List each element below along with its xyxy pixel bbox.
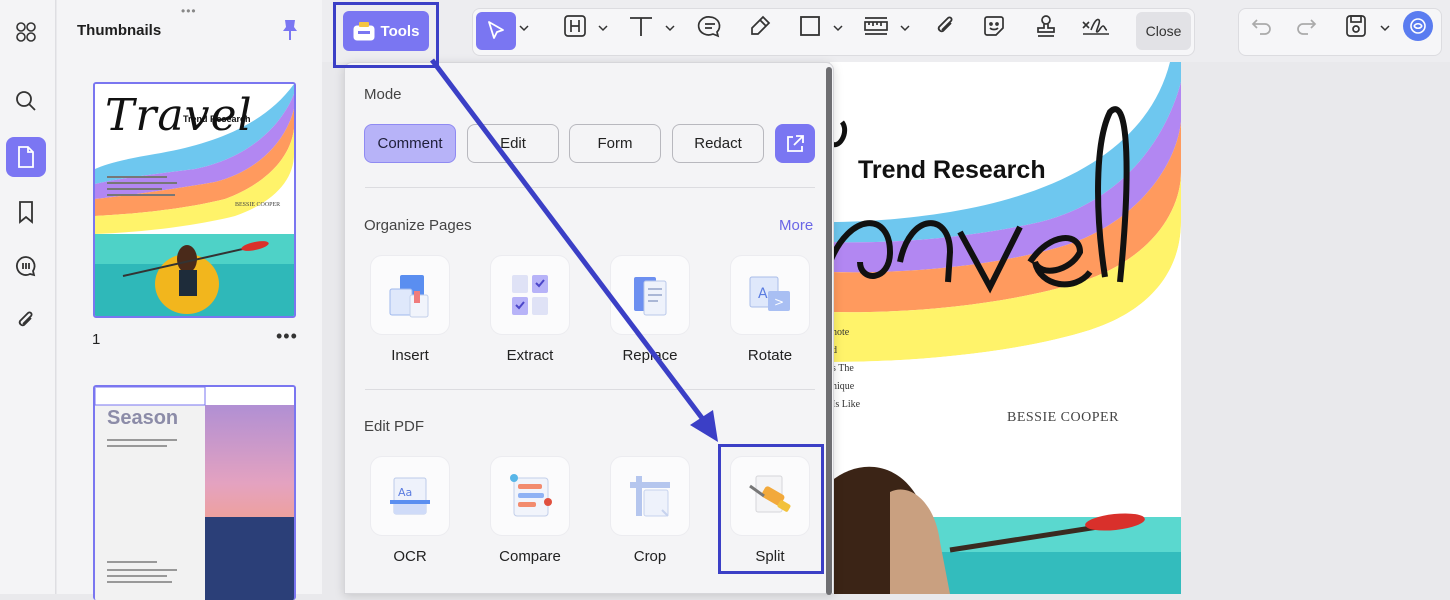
compare-label: Compare xyxy=(499,548,561,565)
page-thumbnail-1[interactable]: Travel Trend Research BESSIE COOPER xyxy=(93,82,296,318)
thumbnails-icon[interactable] xyxy=(6,137,46,177)
thumb2-title: Season xyxy=(107,407,179,429)
organize-section-title: Organize Pages xyxy=(364,217,472,234)
crop-label: Crop xyxy=(633,548,667,565)
body-line: Is Like xyxy=(832,399,861,410)
svg-text:A: A xyxy=(758,286,768,302)
drag-handle-icon[interactable]: ••• xyxy=(181,4,197,18)
chevron-down-icon[interactable] xyxy=(598,24,608,32)
apps-icon[interactable] xyxy=(6,12,46,52)
replace-tool-tile[interactable] xyxy=(610,255,690,335)
pencil-tool-icon[interactable] xyxy=(745,11,775,41)
page-number-1: 1 xyxy=(92,331,101,348)
mode-edit-button[interactable]: Edit xyxy=(467,124,559,163)
replace-icon xyxy=(634,277,667,316)
crop-tool-tile[interactable] xyxy=(610,456,690,536)
chevron-down-icon[interactable] xyxy=(833,24,843,32)
document-body-text: note d s The nique Is Like xyxy=(832,324,860,414)
redo-icon[interactable] xyxy=(1291,11,1321,41)
svg-text:Aa: Aa xyxy=(398,486,412,499)
sticker-tool-icon[interactable] xyxy=(979,11,1009,41)
pin-icon[interactable] xyxy=(281,18,299,47)
compare-icon xyxy=(510,474,552,517)
body-line: d xyxy=(832,345,837,356)
insert-icon xyxy=(389,275,429,318)
tools-highlight-box xyxy=(333,2,439,68)
attachment-icon[interactable] xyxy=(6,301,46,341)
document-author: BESSIE COOPER xyxy=(1007,410,1119,425)
attach-tool-icon[interactable] xyxy=(930,11,960,41)
body-line: note xyxy=(832,327,850,338)
insert-label: Insert xyxy=(391,347,429,364)
thumb1-author: BESSIE COOPER xyxy=(235,202,281,208)
cursor-icon xyxy=(488,21,504,39)
extract-label: Extract xyxy=(506,347,554,364)
ocr-icon: Aa xyxy=(390,477,430,515)
comments-icon[interactable] xyxy=(6,246,46,286)
page-thumbnail-2[interactable]: Season xyxy=(93,385,296,600)
mode-comment-button[interactable]: Comment xyxy=(364,124,456,163)
rotate-tool-tile[interactable]: A > xyxy=(730,255,810,335)
body-line: nique xyxy=(832,381,855,392)
measure-tool-icon[interactable] xyxy=(861,11,891,41)
select-tool-button[interactable] xyxy=(476,12,516,50)
extract-icon xyxy=(512,275,548,315)
undo-icon[interactable] xyxy=(1247,11,1277,41)
stamp-tool-icon[interactable] xyxy=(1031,11,1061,41)
thumb1-subtitle: Trend Research xyxy=(183,114,251,124)
chevron-down-icon[interactable] xyxy=(900,24,910,32)
open-external-button[interactable] xyxy=(775,124,815,163)
search-icon[interactable] xyxy=(6,81,46,121)
external-link-icon xyxy=(787,134,804,152)
comment-tool-icon[interactable] xyxy=(695,11,725,41)
more-options-icon[interactable]: ••• xyxy=(276,326,298,347)
thumbnails-title: Thumbnails xyxy=(77,22,162,39)
bookmark-icon[interactable] xyxy=(6,192,46,232)
thumbnails-panel: ••• Thumbnails Travel Trend Research BES… xyxy=(57,0,322,600)
menu-scrollbar[interactable] xyxy=(826,67,832,595)
insert-tool-tile[interactable] xyxy=(370,255,450,335)
split-highlight-box xyxy=(718,444,824,574)
extract-tool-tile[interactable] xyxy=(490,255,570,335)
left-rail xyxy=(0,0,56,594)
divider xyxy=(365,187,815,188)
rotate-label: Rotate xyxy=(747,347,793,364)
save-icon[interactable] xyxy=(1341,11,1371,41)
chevron-down-icon[interactable] xyxy=(1380,24,1390,32)
rotate-icon: A > xyxy=(749,276,790,311)
mode-redact-button[interactable]: Redact xyxy=(672,124,764,163)
text-tool-icon[interactable] xyxy=(626,11,656,41)
more-link[interactable]: More xyxy=(779,217,813,234)
document-subtitle: Trend Research xyxy=(858,156,1046,184)
chevron-down-icon[interactable] xyxy=(519,24,529,32)
highlight-tool-icon[interactable] xyxy=(560,11,590,41)
divider xyxy=(365,389,815,390)
svg-text:>: > xyxy=(774,295,784,309)
body-line: s The xyxy=(832,363,854,374)
replace-label: Replace xyxy=(622,347,678,364)
close-button[interactable]: Close xyxy=(1136,12,1191,50)
crop-icon xyxy=(630,476,670,517)
cover-artwork xyxy=(830,62,1181,594)
mode-form-button[interactable]: Form xyxy=(569,124,661,163)
ocr-label: OCR xyxy=(393,548,427,565)
shape-tool-icon[interactable] xyxy=(795,11,825,41)
compare-tool-tile[interactable] xyxy=(490,456,570,536)
signature-tool-icon[interactable] xyxy=(1081,11,1111,41)
chevron-down-icon[interactable] xyxy=(665,24,675,32)
mode-section-title: Mode xyxy=(364,86,402,103)
document-page: Trend Research note d s The nique Is Lik… xyxy=(830,62,1181,594)
ocr-tool-tile[interactable]: Aa xyxy=(370,456,450,536)
edit-pdf-section-title: Edit PDF xyxy=(364,418,425,435)
ai-assistant-icon[interactable] xyxy=(1403,11,1433,41)
